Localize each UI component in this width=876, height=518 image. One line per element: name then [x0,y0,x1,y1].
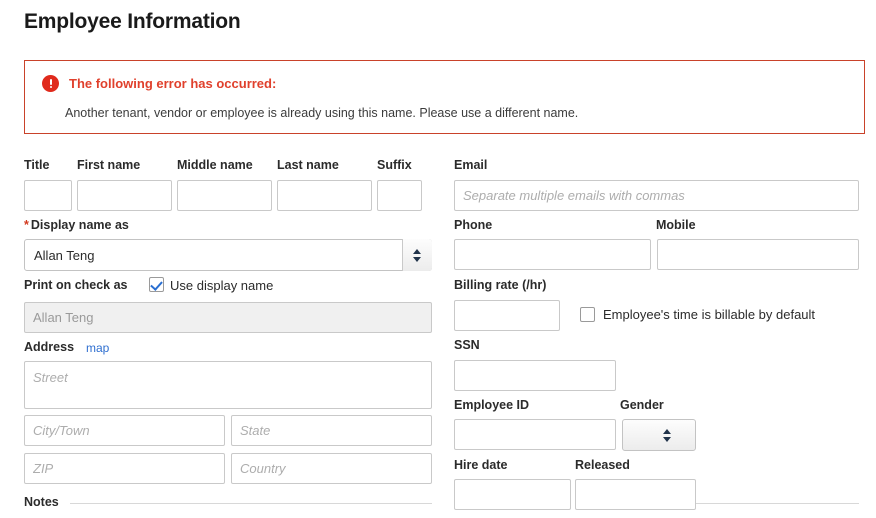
error-circle-icon [42,75,59,92]
employee-information-form: Employee Information The following error… [0,0,876,518]
gender-select-box [622,419,696,451]
error-banner: The following error has occurred: Anothe… [24,60,865,134]
label-display-name-as-text: Display name as [31,218,129,232]
label-employee-id: Employee ID [454,398,529,412]
city-input[interactable] [24,415,225,446]
label-display-name-as: *Display name as [24,218,129,232]
employee-id-input[interactable] [454,419,616,450]
title-input[interactable] [24,180,72,211]
print-on-check-input[interactable] [24,302,432,333]
billing-rate-input[interactable] [454,300,560,331]
error-banner-header: The following error has occurred: [42,75,276,92]
label-phone: Phone [454,218,492,232]
stepper-updown-icon [413,248,422,263]
display-name-select-box: Allan Teng [24,239,432,271]
last-name-input[interactable] [277,180,372,211]
display-name-dropdown-button[interactable] [402,239,432,271]
released-input[interactable] [575,479,696,510]
hire-date-input[interactable] [454,479,571,510]
phone-input[interactable] [454,239,651,270]
billable-by-default-label[interactable]: Employee's time is billable by default [603,307,815,322]
display-name-value: Allan Teng [25,248,94,263]
label-hire-date: Hire date [454,458,508,472]
zip-input[interactable] [24,453,225,484]
label-title: Title [24,158,49,172]
gender-select[interactable] [622,419,696,451]
label-notes: Notes [24,495,59,509]
label-address: Address [24,340,74,354]
country-input[interactable] [231,453,432,484]
middle-name-input[interactable] [177,180,272,211]
label-ssn: SSN [454,338,480,352]
suffix-input[interactable] [377,180,422,211]
address-map-link[interactable]: map [86,341,109,355]
required-marker: * [24,218,29,232]
notes-divider [70,503,432,504]
label-gender: Gender [620,398,664,412]
page-title: Employee Information [24,10,241,34]
label-released: Released [575,458,630,472]
use-display-name-checkbox[interactable] [149,277,164,292]
mobile-input[interactable] [657,239,859,270]
use-display-name-label[interactable]: Use display name [170,278,273,293]
label-print-on-check-as: Print on check as [24,278,128,292]
error-banner-title: The following error has occurred: [69,76,276,91]
billable-by-default-checkbox[interactable] [580,307,595,322]
label-middle-name: Middle name [177,158,253,172]
ssn-input[interactable] [454,360,616,391]
first-name-input[interactable] [77,180,172,211]
label-suffix: Suffix [377,158,412,172]
email-input[interactable] [454,180,859,211]
label-first-name: First name [77,158,140,172]
state-input[interactable] [231,415,432,446]
label-mobile: Mobile [656,218,696,232]
error-banner-message: Another tenant, vendor or employee is al… [65,106,578,120]
label-email: Email [454,158,487,172]
display-name-select[interactable]: Allan Teng [24,239,432,271]
label-last-name: Last name [277,158,339,172]
right-column-divider [696,503,859,504]
street-input[interactable] [24,361,432,409]
label-billing-rate: Billing rate (/hr) [454,278,546,292]
stepper-updown-icon [663,428,672,443]
